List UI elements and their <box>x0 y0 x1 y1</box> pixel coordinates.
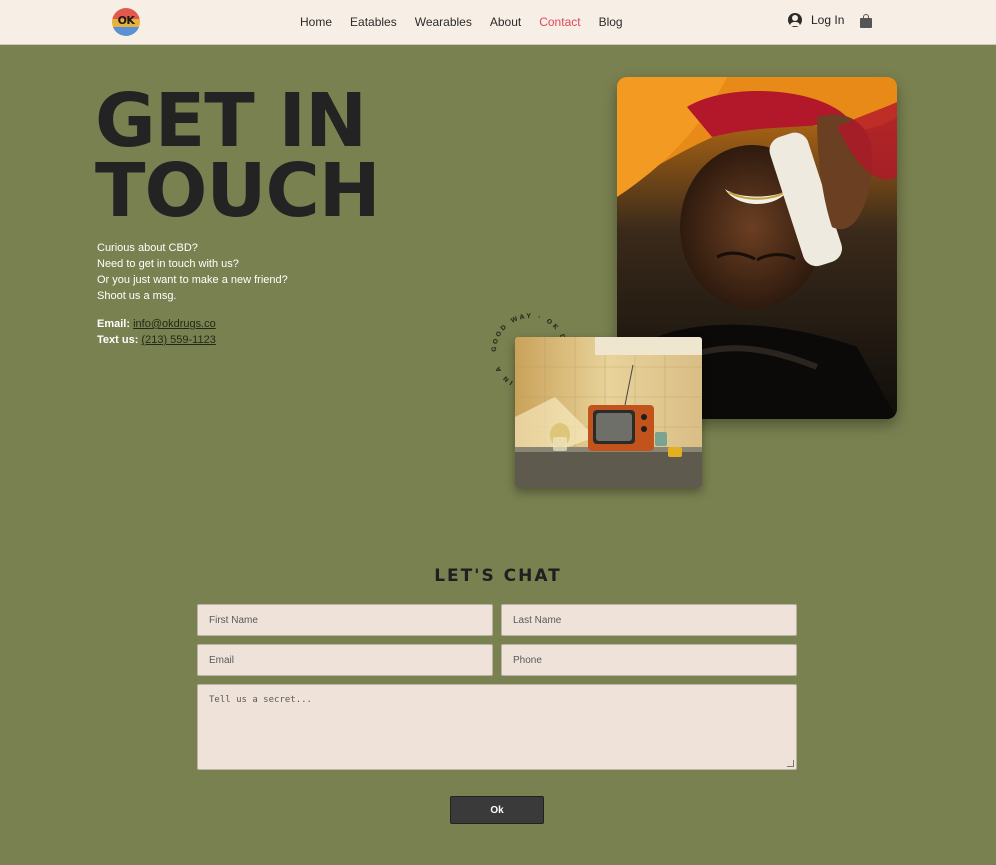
kitchen-tv-photo <box>515 337 702 488</box>
resize-handle-icon[interactable] <box>787 760 794 767</box>
site-header: OK Home Eatables Wearables About Contact… <box>0 0 996 45</box>
email-field[interactable]: Email <box>197 644 493 676</box>
nav-eatables[interactable]: Eatables <box>350 14 397 30</box>
phone-placeholder: Phone <box>513 654 542 666</box>
email-link[interactable]: info@okdrugs.co <box>133 318 216 330</box>
form-title: LET'S CHAT <box>434 566 562 586</box>
nav-home[interactable]: Home <box>300 14 332 30</box>
nav-wearables[interactable]: Wearables <box>415 14 472 30</box>
phone-link[interactable]: (213) 559-1123 <box>141 334 215 346</box>
text-label: Text us: <box>97 334 139 346</box>
page-title: GET IN TOUCH <box>95 78 381 234</box>
message-placeholder: Tell us a secret... <box>209 695 312 705</box>
user-circle-icon <box>788 13 802 27</box>
message-textarea[interactable]: Tell us a secret... <box>197 684 797 770</box>
nav-contact[interactable]: Contact <box>539 14 580 30</box>
title-line-1: GET IN <box>95 78 367 164</box>
last-name-placeholder: Last Name <box>513 614 562 626</box>
site-logo[interactable]: OK <box>112 8 140 36</box>
submit-button[interactable]: Ok <box>450 796 544 824</box>
login-label: Log In <box>811 13 845 27</box>
email-label: Email: <box>97 318 131 330</box>
first-name-field[interactable]: First Name <box>197 604 493 636</box>
shopping-bag-icon[interactable] <box>860 14 872 28</box>
intro-line: Need to get in touch with us? <box>97 258 239 270</box>
contact-details: Email: info@okdrugs.co Text us: (213) 55… <box>97 316 216 348</box>
login-button[interactable]: Log In <box>788 13 844 27</box>
intro-line: Curious about CBD? <box>97 242 198 254</box>
main-nav: Home Eatables Wearables About Contact Bl… <box>300 14 641 30</box>
title-line-2: TOUCH <box>95 148 381 234</box>
intro-line: Shoot us a msg. <box>97 290 177 302</box>
phone-field[interactable]: Phone <box>501 644 797 676</box>
first-name-placeholder: First Name <box>209 614 258 626</box>
intro-text: Curious about CBD? Need to get in touch … <box>97 240 288 304</box>
intro-line: Or you just want to make a new friend? <box>97 274 288 286</box>
nav-about[interactable]: About <box>490 14 521 30</box>
email-placeholder: Email <box>209 654 235 666</box>
logo-text: OK <box>117 14 135 27</box>
nav-blog[interactable]: Blog <box>599 14 623 30</box>
last-name-field[interactable]: Last Name <box>501 604 797 636</box>
